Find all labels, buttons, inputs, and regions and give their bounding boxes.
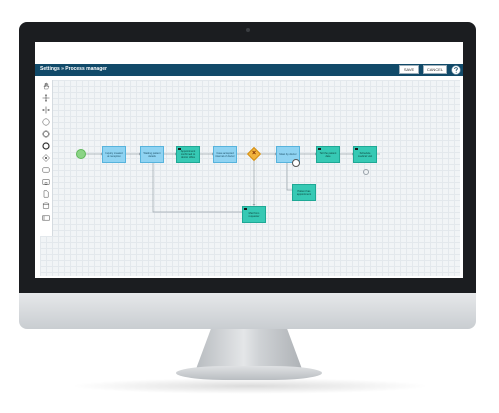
task-label: Inquiry created at reception bbox=[105, 151, 123, 158]
app-header: Settings » Process manager SAVE CANCEL bbox=[35, 64, 463, 76]
task-9[interactable]: Schedule medical visit bbox=[353, 146, 377, 163]
monitor-chin bbox=[19, 293, 476, 329]
task-3[interactable]: Appointment confirmed to doctor office bbox=[176, 146, 200, 163]
monitor-shadow bbox=[70, 378, 430, 394]
page-title: Settings » Process manager bbox=[40, 66, 107, 72]
gateway-x-icon: × bbox=[251, 150, 257, 157]
task-label: Tell the patient date bbox=[319, 151, 337, 158]
task-8[interactable]: Tell the patient date bbox=[316, 146, 340, 163]
save-button[interactable]: SAVE bbox=[399, 65, 419, 74]
sequence-flows bbox=[85, 152, 380, 213]
task-label: Appointment confirmed to doctor office bbox=[180, 150, 196, 159]
camera-dot bbox=[246, 28, 250, 32]
task-2[interactable]: Waiting patient details bbox=[140, 146, 164, 163]
end-event[interactable] bbox=[363, 169, 369, 175]
task-label: Mail from requester bbox=[248, 211, 260, 218]
message-task-icon bbox=[355, 148, 358, 150]
task-5[interactable]: Mail from requester bbox=[242, 206, 266, 223]
diagram-canvas[interactable]: Inquiry created at reception Waiting pat… bbox=[40, 80, 460, 276]
help-icon[interactable] bbox=[451, 65, 461, 75]
message-task-icon bbox=[244, 208, 247, 210]
monitor-mockup: Settings » Process manager SAVE CANCEL I… bbox=[0, 0, 499, 413]
task-7[interactable]: Patient has appointment bbox=[292, 184, 316, 201]
user-task-icon bbox=[178, 148, 181, 150]
cursor-indicator bbox=[292, 159, 300, 167]
start-event[interactable] bbox=[76, 149, 86, 159]
task-1[interactable]: Inquiry created at reception bbox=[102, 146, 126, 163]
cancel-button[interactable]: CANCEL bbox=[423, 65, 447, 74]
task-4[interactable]: Case accepted internal of doctor bbox=[213, 146, 237, 163]
task-label: Meet by doctor bbox=[279, 153, 297, 156]
task-label: Patient has appointment bbox=[296, 189, 312, 196]
task-label: Waiting patient details bbox=[143, 151, 161, 158]
monitor-stand-base bbox=[176, 366, 322, 380]
screen: Settings » Process manager SAVE CANCEL I… bbox=[35, 42, 463, 278]
task-label: Case accepted internal of doctor bbox=[215, 151, 235, 158]
monitor-stand-neck bbox=[196, 329, 302, 369]
message-task-icon bbox=[318, 148, 321, 150]
task-label: Schedule medical visit bbox=[357, 151, 373, 158]
